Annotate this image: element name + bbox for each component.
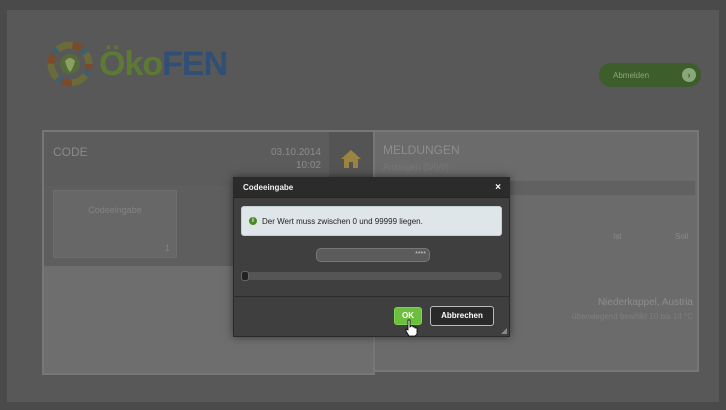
datetime-display: 03.10.2014 10:02 [271,146,321,172]
weather-forecast: überwiegend bewölkt 10 bis 14 °C [571,312,693,321]
code-tile-value: 1 [164,243,170,253]
arrow-right-icon: › [682,68,696,82]
okofen-logo: ÖkoFEN [47,40,228,88]
info-message-text: Der Wert muss zwischen 0 und 99999 liege… [262,216,423,226]
code-panel-title: CODE [53,145,88,159]
value-slider[interactable] [241,271,502,281]
code-input[interactable]: **** [316,248,430,262]
logout-button[interactable]: Abmelden › [599,63,701,87]
weather-location: Niederkappel, Austria [597,297,693,308]
home-icon [341,150,361,168]
dialog-title: Codeeingabe [243,183,294,192]
dialog-titlebar: Codeeingabe × [234,178,509,198]
messages-title: MELDUNGEN [383,143,460,157]
resize-grip-icon[interactable] [501,328,507,334]
info-message: i Der Wert muss zwischen 0 und 99999 lie… [241,206,502,236]
page-background: ÖkoFEN Abmelden › CODE 03.10.2014 10:02 … [7,10,719,402]
slider-handle[interactable] [241,271,249,281]
logo-text-fen: FEN [162,44,228,83]
hand-cursor-icon [405,319,418,337]
logo-text-oko: Öko [99,44,163,83]
dialog-divider [234,296,509,297]
close-icon[interactable]: × [495,182,501,193]
time-text: 10:02 [295,160,321,171]
cancel-button[interactable]: Abbrechen [430,306,494,326]
code-entry-dialog: Codeeingabe × i Der Wert muss zwischen 0… [233,177,510,337]
logout-label: Abmelden [613,70,650,80]
column-ist: Ist [613,232,622,241]
logo-wordmark: ÖkoFEN [99,44,228,84]
column-soll: Soll [675,232,689,241]
code-tile-label: Codeeingabe [88,205,142,215]
date-text: 03.10.2014 [270,147,321,158]
logo-icon [47,41,93,87]
info-icon: i [249,217,257,225]
messages-subtitle[interactable]: Anzeigen (0/0/0) [383,162,449,172]
code-entry-tile[interactable]: Codeeingabe 1 [53,190,177,258]
